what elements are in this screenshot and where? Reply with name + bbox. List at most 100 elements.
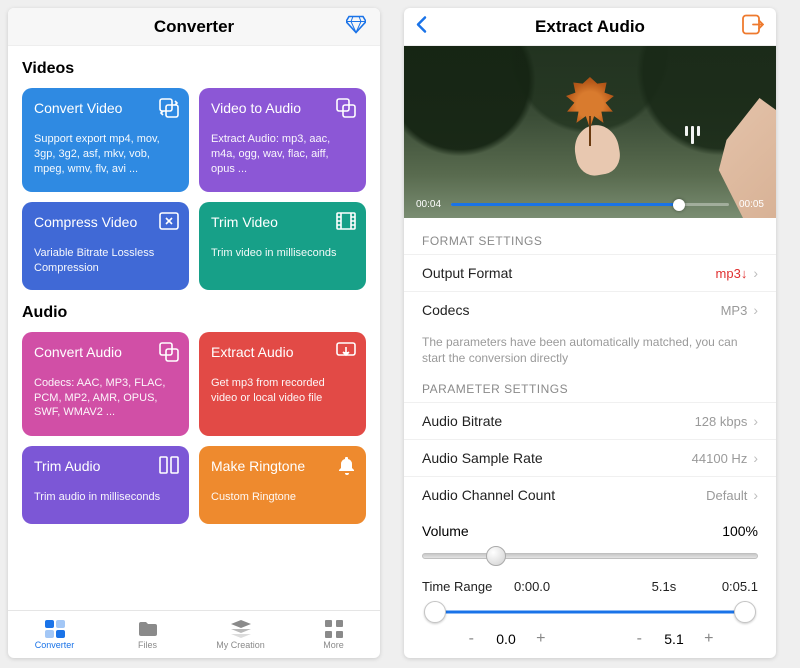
tab-more[interactable]: More (287, 611, 380, 658)
compress-icon (159, 212, 179, 235)
time-steppers: - 0.0 + - 5.1 + (404, 622, 776, 648)
tab-files[interactable]: Files (101, 611, 194, 658)
card-desc: Support export mp4, mov, 3gp, 3g2, asf, … (34, 132, 177, 177)
card-desc: Variable Bitrate Lossless Compression (34, 246, 177, 276)
chevron-right-icon: › (753, 302, 758, 318)
minus-button[interactable]: - (632, 630, 646, 648)
time-range-knob-start[interactable] (424, 601, 446, 623)
grid-icon (324, 620, 344, 638)
row-audio-sample-rate[interactable]: Audio Sample Rate 44100 Hz › (404, 439, 776, 476)
videos-grid: Convert Video Support export mp4, mov, 3… (22, 88, 366, 290)
card-convert-audio[interactable]: Convert Audio Codecs: AAC, MP3, FLAC, PC… (22, 332, 189, 436)
format-hint: The parameters have been automatically m… (404, 328, 776, 366)
tab-label: My Creation (216, 640, 265, 650)
progress-fill (451, 203, 679, 206)
page-title: Extract Audio (535, 17, 645, 37)
card-desc: Codecs: AAC, MP3, FLAC, PCM, MP2, AMR, O… (34, 376, 177, 421)
header: Extract Audio (404, 8, 776, 46)
row-label: Output Format (422, 265, 716, 281)
minus-button[interactable]: - (464, 630, 478, 648)
chevron-right-icon: › (753, 487, 758, 503)
time-range-mid: 5.1s (652, 579, 677, 594)
row-label: Time Range (422, 579, 514, 594)
stepper-start: - 0.0 + (422, 630, 590, 648)
layers-icon (231, 620, 251, 638)
tab-label: More (323, 640, 344, 650)
download-video-icon (336, 342, 356, 365)
time-current: 00:04 (416, 199, 441, 210)
time-range-values: 0:00.0 5.1s 0:05.1 (514, 579, 758, 594)
card-trim-audio[interactable]: Trim Audio Trim audio in milliseconds (22, 446, 189, 524)
progress-knob[interactable] (673, 199, 685, 211)
card-desc: Extract Audio: mp3, aac, m4a, ogg, wav, … (211, 132, 354, 177)
row-audio-channel-count[interactable]: Audio Channel Count Default › (404, 476, 776, 513)
card-title: Convert Video (34, 100, 177, 116)
row-audio-bitrate[interactable]: Audio Bitrate 128 kbps › (404, 402, 776, 439)
time-total: 00:05 (739, 199, 764, 210)
page-title: Converter (154, 17, 234, 37)
content: Videos Convert Video Support export mp4,… (8, 46, 380, 610)
format-settings-header: FORMAT SETTINGS (404, 218, 776, 254)
video-preview[interactable]: 00:04 00:05 (404, 46, 776, 218)
row-value: MP3 (721, 303, 748, 318)
card-desc: Trim audio in milliseconds (34, 490, 177, 505)
time-range-start: 0:00.0 (514, 579, 606, 594)
tab-label: Files (138, 640, 157, 650)
tab-label: Converter (35, 640, 75, 650)
card-make-ringtone[interactable]: Make Ringtone Custom Ringtone (199, 446, 366, 524)
converter-screen: Converter Videos Convert Video Support e… (8, 8, 380, 658)
progress-track[interactable] (451, 203, 729, 206)
stepper-value: 0.0 (496, 631, 515, 647)
section-audio-label: Audio (22, 304, 366, 322)
audio-convert-icon (336, 98, 356, 123)
row-volume: Volume 100% (404, 513, 776, 543)
row-time-range: Time Range 0:00.0 5.1s 0:05.1 (404, 565, 776, 596)
card-desc: Get mp3 from recorded video or local vid… (211, 376, 354, 406)
card-extract-audio[interactable]: Extract Audio Get mp3 from recorded vide… (199, 332, 366, 436)
time-range-knob-end[interactable] (734, 601, 756, 623)
card-title: Extract Audio (211, 344, 354, 360)
row-label: Volume (422, 523, 722, 539)
export-button[interactable] (742, 14, 764, 39)
convert-icon (159, 342, 179, 367)
card-trim-video[interactable]: Trim Video Trim video in milliseconds (199, 202, 366, 290)
plus-button[interactable]: + (702, 630, 716, 648)
volume-slider[interactable] (422, 547, 758, 565)
time-range-end: 0:05.1 (722, 579, 758, 594)
card-title: Trim Audio (34, 458, 177, 474)
video-progress[interactable]: 00:04 00:05 (416, 199, 764, 210)
chevron-right-icon: › (753, 413, 758, 429)
video-leaf (564, 77, 616, 133)
convert-icon (159, 98, 179, 123)
tab-bar: Converter Files My Creation More (8, 610, 380, 658)
split-icon (159, 456, 179, 479)
stepper-value: 5.1 (664, 631, 683, 647)
diamond-icon[interactable] (346, 15, 366, 38)
bell-icon (338, 456, 356, 481)
card-title: Compress Video (34, 214, 177, 230)
plus-button[interactable]: + (534, 630, 548, 648)
card-title: Trim Video (211, 214, 354, 230)
card-desc: Trim video in milliseconds (211, 246, 354, 261)
header: Converter (8, 8, 380, 46)
settings: FORMAT SETTINGS Output Format mp3↓ › Cod… (404, 218, 776, 658)
row-value: Default (706, 488, 747, 503)
card-video-to-audio[interactable]: Video to Audio Extract Audio: mp3, aac, … (199, 88, 366, 192)
tab-my-creation[interactable]: My Creation (194, 611, 287, 658)
card-compress-video[interactable]: Compress Video Variable Bitrate Lossless… (22, 202, 189, 290)
tab-converter[interactable]: Converter (8, 611, 101, 658)
row-label: Audio Sample Rate (422, 450, 692, 466)
chevron-right-icon: › (753, 450, 758, 466)
row-output-format[interactable]: Output Format mp3↓ › (404, 254, 776, 291)
volume-knob[interactable] (486, 546, 506, 566)
stepper-end: - 5.1 + (590, 630, 758, 648)
card-convert-video[interactable]: Convert Video Support export mp4, mov, 3… (22, 88, 189, 192)
back-button[interactable] (414, 14, 428, 39)
extract-audio-screen: Extract Audio 00:04 00:05 FORMAT SETTING… (404, 8, 776, 658)
chevron-right-icon: › (753, 265, 758, 281)
time-range-slider[interactable] (422, 602, 758, 622)
row-label: Codecs (422, 302, 721, 318)
row-codecs[interactable]: Codecs MP3 › (404, 291, 776, 328)
card-title: Convert Audio (34, 344, 177, 360)
film-icon (336, 212, 356, 235)
